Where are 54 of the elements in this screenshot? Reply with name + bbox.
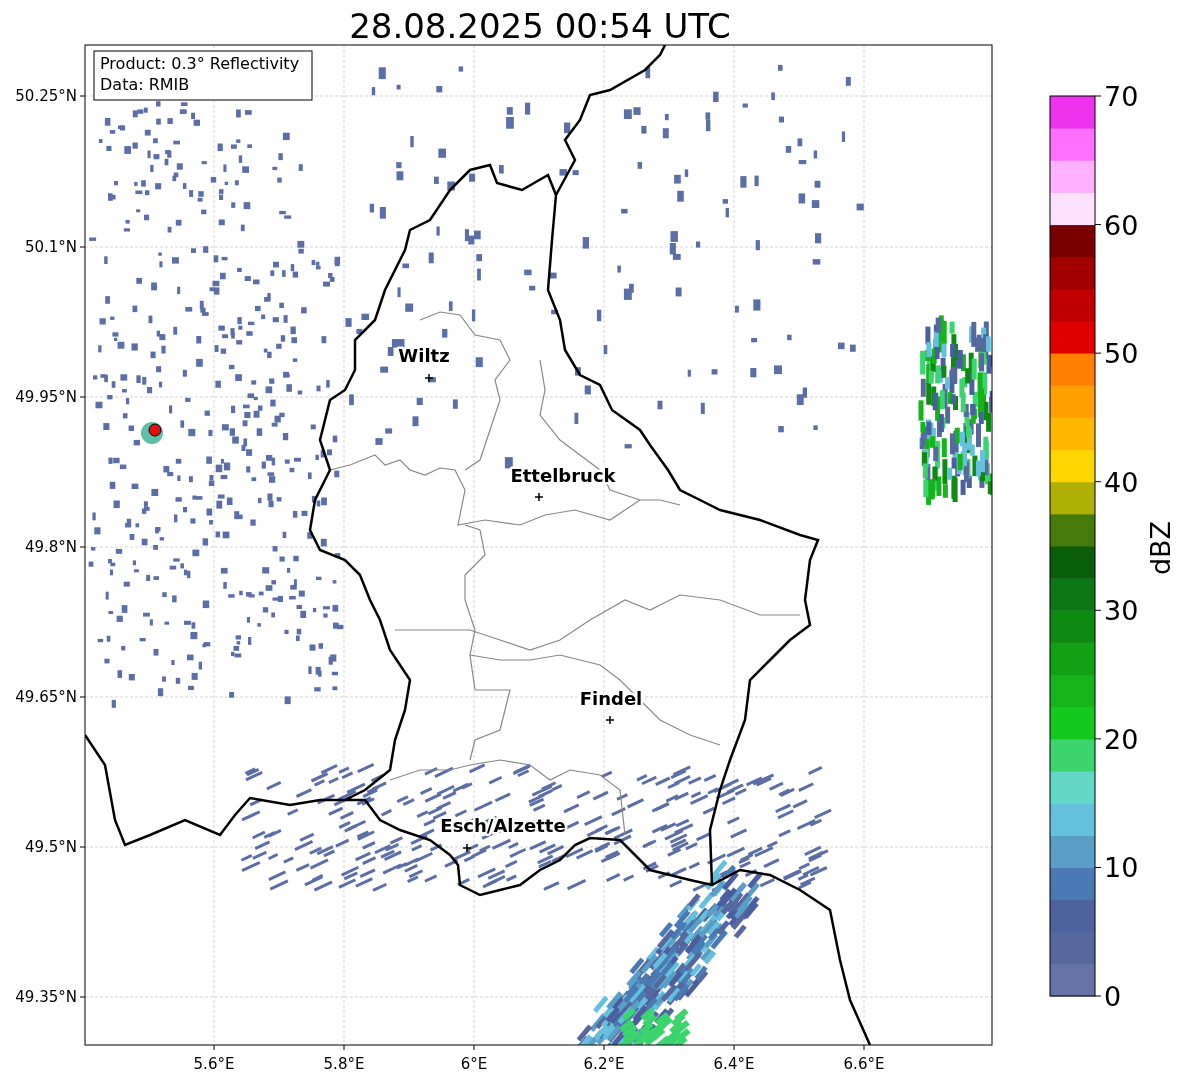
- colorbar-tick-label: 40: [1104, 466, 1139, 498]
- chart-title: 28.08.2025 00:54 UTC: [349, 6, 731, 46]
- axis-tick-label: 50.1°N: [24, 238, 77, 256]
- tick-mark: [1094, 95, 1102, 97]
- city-marker-icon: [534, 492, 544, 502]
- tick-mark: [1094, 481, 1102, 483]
- axis-tick-label: 49.5°N: [24, 838, 77, 856]
- tick-mark: [79, 95, 86, 97]
- colorbar-tick-label: 0: [1104, 981, 1122, 1012]
- tick-mark: [79, 396, 86, 398]
- info-text: Data: RMIB: [100, 75, 190, 94]
- axis-tick-label: 49.65°N: [15, 688, 77, 706]
- colorbar-label: dBZ: [1145, 520, 1176, 576]
- axis-tick-label: 6.4°E: [713, 1055, 755, 1073]
- axis-tick-label: 49.95°N: [15, 388, 77, 406]
- axis-tick-label: 6°E: [460, 1055, 488, 1073]
- colorbar-tick-label: 20: [1104, 723, 1139, 755]
- colorbar-tick-label: 10: [1104, 852, 1139, 884]
- radar-site-icon: [141, 422, 163, 444]
- tick-mark: [1094, 224, 1102, 226]
- tick-mark: [1094, 738, 1102, 740]
- axis-tick-label: 50.25°N: [15, 87, 77, 105]
- tick-mark: [79, 546, 86, 548]
- tick-mark: [79, 246, 86, 248]
- city-marker-icon: [424, 373, 434, 383]
- axis-tick-label: 49.8°N: [24, 538, 77, 556]
- tick-mark: [343, 1044, 345, 1051]
- tick-mark: [473, 1044, 475, 1051]
- tick-mark: [213, 1044, 215, 1051]
- axis-tick-label: 6.6°E: [843, 1055, 885, 1073]
- axis-tick-label: 6.2°E: [583, 1055, 625, 1073]
- tick-mark: [1094, 609, 1102, 611]
- colorbar-tick-label: 50: [1104, 338, 1139, 370]
- axis-tick-label: 49.35°N: [15, 988, 77, 1006]
- colorbar-tick-label: 70: [1104, 81, 1139, 112]
- tick-mark: [733, 1044, 735, 1051]
- city-marker-icon: [462, 843, 472, 853]
- city-label: Wiltz: [398, 345, 450, 366]
- city-label: Findel: [579, 688, 643, 709]
- axis-tick-label: 5.8°E: [323, 1055, 365, 1073]
- city-label: Ettelbruck: [510, 465, 616, 486]
- city-marker-icon: [605, 715, 615, 725]
- tick-mark: [79, 696, 86, 698]
- tick-mark: [79, 996, 86, 998]
- tick-mark: [1094, 352, 1102, 354]
- info-text: Product: 0.3° Reflectivity: [100, 54, 300, 73]
- tick-mark: [863, 1044, 865, 1051]
- axis-tick-label: 5.6°E: [193, 1055, 235, 1073]
- tick-mark: [1094, 995, 1102, 997]
- colorbar-tick-label: 60: [1104, 209, 1139, 241]
- tick-mark: [603, 1044, 605, 1051]
- colorbar-tick-label: 30: [1104, 595, 1139, 627]
- tick-mark: [1094, 866, 1102, 868]
- tick-mark: [79, 846, 86, 848]
